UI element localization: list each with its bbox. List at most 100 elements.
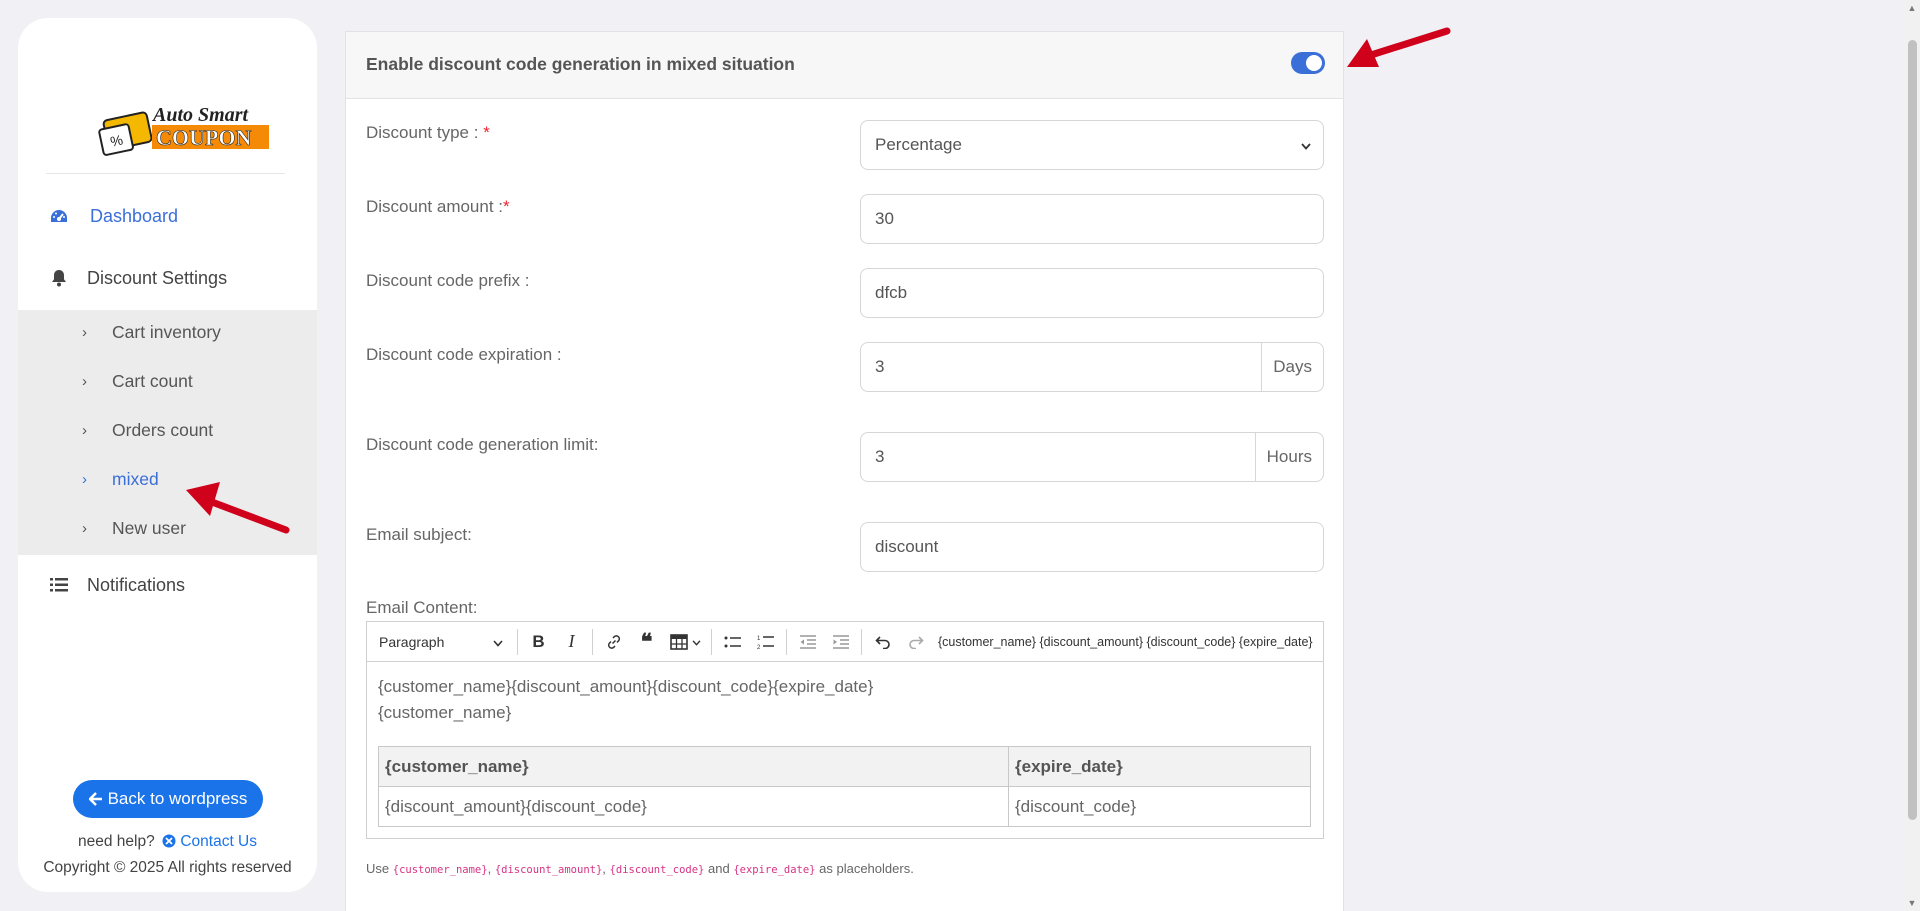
- placeholder-code: {customer_name}: [392, 864, 488, 876]
- table-row: {discount_amount}{discount_code} {discou…: [378, 786, 1311, 827]
- scroll-up-icon[interactable]: ▲: [1904, 0, 1920, 16]
- discount-type-label-text: Discount type :: [366, 123, 479, 142]
- discount-type-label: Discount type : *: [366, 123, 490, 143]
- indent-icon[interactable]: [824, 627, 857, 657]
- discount-type-select[interactable]: Percentage: [860, 120, 1324, 170]
- nav-notifications[interactable]: Notifications: [18, 560, 317, 610]
- nav-dashboard[interactable]: Dashboard: [18, 191, 317, 241]
- chevron-right-icon: ›: [82, 323, 87, 341]
- card-title: Enable discount code generation in mixed…: [366, 54, 795, 74]
- redo-icon[interactable]: [899, 627, 932, 657]
- discount-amount-input[interactable]: 30: [860, 194, 1324, 244]
- scrollbar-thumb[interactable]: [1908, 40, 1917, 820]
- gauge-icon: [48, 205, 70, 227]
- logo-text-line2: COUPON: [156, 125, 251, 150]
- help-text: need help?: [77, 833, 155, 850]
- placeholder-code: {discount_code}: [609, 864, 705, 876]
- table-cell[interactable]: {discount_code}: [1008, 786, 1311, 827]
- help-text: ,: [602, 861, 606, 876]
- generation-limit-value: 3: [875, 447, 885, 466]
- chevron-down-icon: [692, 633, 701, 650]
- discount-amount-label: Discount amount :*: [366, 197, 510, 217]
- paragraph-dropdown-label: Paragraph: [379, 633, 445, 650]
- svg-text:2: 2: [757, 645, 761, 650]
- italic-icon[interactable]: I: [555, 627, 588, 657]
- toolbar-divider: [786, 628, 787, 655]
- editor-table[interactable]: {customer_name} {expire_date} {discount_…: [378, 746, 1311, 827]
- mixed-settings-card: Enable discount code generation in mixed…: [345, 31, 1344, 911]
- logo-divider: [46, 173, 285, 174]
- submenu-item-label: Cart inventory: [112, 321, 221, 342]
- paragraph-dropdown[interactable]: Paragraph: [367, 627, 513, 657]
- table-cell[interactable]: {discount_amount}{discount_code}: [378, 786, 1009, 827]
- table-cell[interactable]: {expire_date}: [1008, 746, 1311, 787]
- email-content-editor[interactable]: Paragraph B I ❝ 12 {customer_name} {disc…: [366, 621, 1324, 839]
- placeholder-buttons[interactable]: {customer_name} {discount_amount} {disco…: [938, 635, 1313, 649]
- logo-text-line1: Auto Smart: [151, 104, 249, 126]
- nav-notifications-label: Notifications: [87, 574, 186, 595]
- submenu-item-cart-count[interactable]: › Cart count: [18, 361, 317, 401]
- copyright-text: Copyright © 2025 All rights reserved: [43, 859, 292, 876]
- undo-icon[interactable]: [866, 627, 899, 657]
- submenu-item-label: Cart count: [112, 370, 193, 391]
- editor-toolbar: Paragraph B I ❝ 12 {customer_name} {disc…: [367, 622, 1323, 662]
- sidebar: % Auto Smart COUPON Dashboard Discount S…: [18, 18, 317, 892]
- help-line: need help? Contact Us: [18, 833, 317, 853]
- email-subject-label: Email subject:: [366, 525, 472, 544]
- toolbar-divider: [861, 628, 862, 655]
- chevron-right-icon: ›: [82, 421, 87, 439]
- toggle-knob: [1306, 55, 1322, 71]
- email-subject-value: discount: [875, 537, 939, 556]
- discount-amount-value: 30: [875, 209, 894, 228]
- chevron-right-icon: ›: [82, 372, 87, 390]
- required-mark: *: [503, 197, 510, 216]
- scroll-down-icon[interactable]: ▼: [1904, 895, 1920, 911]
- card-header: Enable discount code generation in mixed…: [346, 32, 1343, 99]
- contact-icon: [162, 834, 176, 853]
- submenu-item-orders-count[interactable]: › Orders count: [18, 410, 317, 450]
- numbered-list-icon[interactable]: 12: [749, 627, 782, 657]
- nav-discount-settings[interactable]: Discount Settings: [18, 253, 317, 303]
- generation-limit-label: Discount code generation limit:: [366, 435, 599, 454]
- annotation-arrow: [1347, 27, 1451, 67]
- bold-icon[interactable]: B: [522, 627, 555, 657]
- placeholders-help: Use {customer_name}, {discount_amount}, …: [366, 861, 914, 876]
- submenu-item-label: mixed: [112, 468, 159, 489]
- chevron-down-icon: [1301, 135, 1311, 155]
- nav-discount-settings-label: Discount Settings: [87, 267, 228, 288]
- svg-text:1: 1: [757, 636, 761, 642]
- placeholder-code: {discount_amount}: [494, 864, 603, 876]
- chevron-right-icon: ›: [82, 470, 87, 488]
- discount-prefix-label: Discount code prefix :: [366, 271, 530, 290]
- link-icon[interactable]: [597, 627, 630, 657]
- generation-limit-unit: Hours: [1254, 433, 1323, 481]
- app-logo[interactable]: % Auto Smart COUPON: [98, 98, 273, 158]
- editor-line: {customer_name}: [378, 703, 512, 722]
- table-cell[interactable]: {customer_name}: [378, 746, 1009, 787]
- email-content-label: Email Content:: [366, 598, 478, 617]
- discount-prefix-input[interactable]: dfcb: [860, 268, 1324, 318]
- toolbar-divider: [592, 628, 593, 655]
- placeholder-code: {expire_date}: [733, 864, 816, 876]
- list-icon: [48, 574, 70, 596]
- outdent-icon[interactable]: [791, 627, 824, 657]
- expiration-label: Discount code expiration :: [366, 345, 562, 364]
- bulleted-list-icon[interactable]: [716, 627, 749, 657]
- submenu-item-cart-inventory[interactable]: › Cart inventory: [18, 312, 317, 352]
- table-header-row: {customer_name} {expire_date}: [378, 746, 1311, 787]
- expiration-input[interactable]: 3 Days: [860, 342, 1324, 392]
- generation-limit-input[interactable]: 3 Hours: [860, 432, 1324, 482]
- chevron-right-icon: ›: [82, 519, 87, 537]
- submenu-item-label: Orders count: [112, 419, 214, 440]
- enable-generation-toggle[interactable]: [1291, 52, 1325, 74]
- chevron-down-icon: [493, 634, 503, 650]
- editor-body[interactable]: {customer_name}{discount_amount}{discoun…: [378, 674, 873, 726]
- help-text: Use: [366, 861, 390, 876]
- table-icon[interactable]: [663, 627, 707, 657]
- blockquote-icon[interactable]: ❝: [630, 627, 663, 657]
- contact-us-link[interactable]: Contact Us: [180, 833, 257, 850]
- back-to-wordpress-label: Back to wordpress: [107, 789, 248, 808]
- back-to-wordpress-button[interactable]: Back to wordpress: [73, 780, 263, 818]
- email-subject-input[interactable]: discount: [860, 522, 1324, 572]
- editor-line: {customer_name}{discount_amount}{discoun…: [378, 677, 874, 696]
